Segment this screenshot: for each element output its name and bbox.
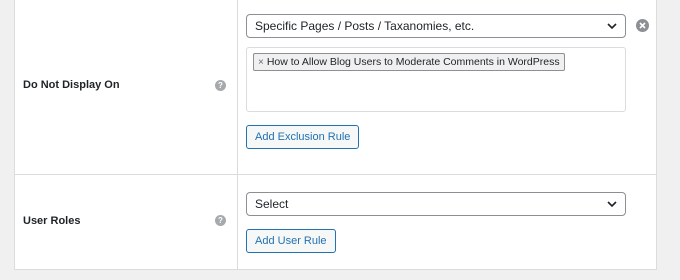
add-user-rule-button[interactable]: Add User Rule xyxy=(246,229,336,253)
display-rule-select[interactable]: Specific Pages / Posts / Taxanomies, etc… xyxy=(246,14,626,38)
question-icon[interactable]: ? xyxy=(215,215,226,226)
tag-label: How to Allow Blog Users to Moderate Comm… xyxy=(266,56,560,68)
question-icon[interactable]: ? xyxy=(215,80,226,91)
do-not-display-on-label: Do Not Display On xyxy=(23,79,120,91)
add-exclusion-rule-button[interactable]: Add Exclusion Rule xyxy=(246,125,360,149)
tag-remove-icon[interactable]: × xyxy=(258,57,264,68)
close-circle-icon[interactable] xyxy=(636,19,649,32)
selected-items-box[interactable]: × How to Allow Blog Users to Moderate Com… xyxy=(246,47,626,112)
display-rule-select-value: Specific Pages / Posts / Taxanomies, etc… xyxy=(255,19,475,33)
selected-item-tag: × How to Allow Blog Users to Moderate Com… xyxy=(253,53,565,71)
user-roles-select[interactable]: Select xyxy=(246,192,626,216)
column-divider xyxy=(237,0,238,269)
chevron-down-icon xyxy=(607,201,617,208)
user-roles-label: User Roles xyxy=(23,215,81,227)
row-divider xyxy=(15,174,656,175)
chevron-down-icon xyxy=(607,23,617,30)
settings-panel: Do Not Display On ? Specific Pages / Pos… xyxy=(14,0,657,270)
user-roles-select-value: Select xyxy=(255,197,289,211)
